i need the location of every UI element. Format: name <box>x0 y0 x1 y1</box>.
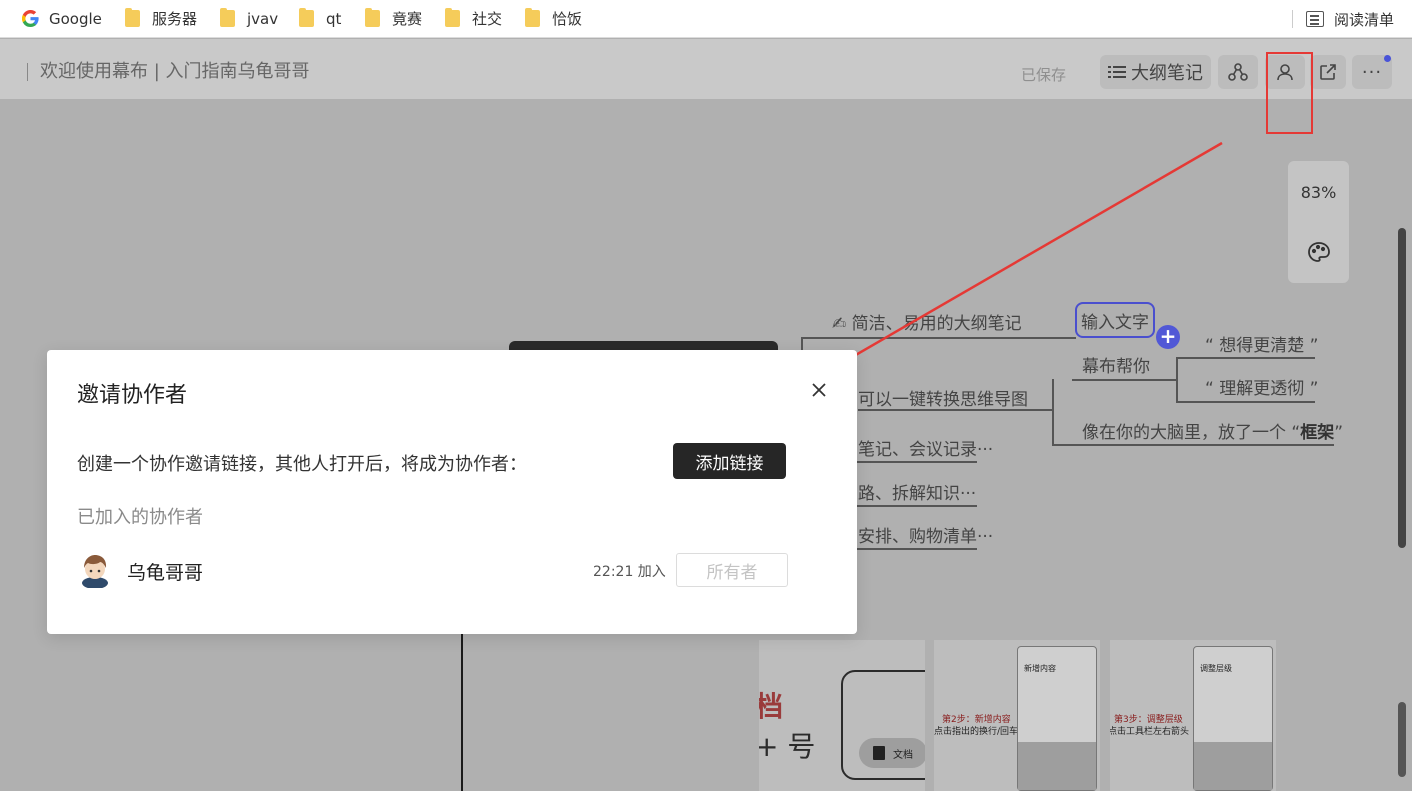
phone-mockup: 新增内容 <box>1017 646 1097 791</box>
export-button[interactable] <box>1310 55 1346 89</box>
bookmark-folder-food[interactable]: 恰饭 <box>525 0 582 38</box>
reading-list-button[interactable]: 阅读清单 <box>1291 0 1394 38</box>
member-name: 乌龟哥哥 <box>127 562 204 584</box>
annotation-highlight-box <box>1266 52 1313 134</box>
phone-title: 新增内容 <box>1024 664 1056 673</box>
connector-line <box>1052 444 1334 446</box>
folder-icon <box>299 8 314 27</box>
connector-line <box>1052 379 1054 445</box>
keyboard-mockup <box>1018 742 1096 790</box>
bookmark-label: Google <box>49 9 102 28</box>
thumbnail-text: + 号 <box>759 730 816 763</box>
mindmap-node-help[interactable]: 幕布帮你 <box>1082 352 1150 377</box>
bookmark-label: 社交 <box>472 10 503 28</box>
mindmap-node-input[interactable]: 输入文字 <box>1075 302 1155 338</box>
role-owner-badge: 所有者 <box>676 553 788 587</box>
mindmap-node-think[interactable]: “ 想得更清楚 ” <box>1205 331 1318 356</box>
bookmark-label: 恰饭 <box>552 10 583 28</box>
zoom-panel: 83% <box>1288 161 1349 283</box>
connector-line <box>1072 379 1177 381</box>
add-link-button[interactable]: 添加链接 <box>673 443 786 479</box>
folder-icon <box>445 8 460 27</box>
folder-icon <box>125 8 140 27</box>
frame-prefix: 像在你的大脑里，放了一个 “ <box>1082 423 1301 443</box>
phone-title: 调整层级 <box>1200 664 1232 673</box>
reading-list-icon <box>1305 11 1324 27</box>
outline-notes-label: 大纲笔记 <box>1131 63 1203 84</box>
add-node-icon[interactable]: + <box>1156 325 1180 349</box>
bookmark-folder-social[interactable]: 社交 <box>445 0 502 38</box>
mindmap-node-convert[interactable]: 可以一键转换思维导图 <box>858 385 1028 410</box>
bookmark-folder-jvav[interactable]: jvav <box>220 0 278 38</box>
bookmark-label: qt <box>326 9 342 28</box>
title-divider <box>27 63 28 81</box>
invite-collaborator-dialog: 邀请协作者 创建一个协作邀请链接，其他人打开后，将成为协作者： 添加链接 已加入… <box>47 350 857 634</box>
bookmark-label: 服务器 <box>152 10 198 28</box>
save-status: 已保存 <box>1021 66 1067 84</box>
list-icon <box>1108 65 1126 79</box>
step-desc: 点击指出的换行/回车 <box>934 727 1019 737</box>
zoom-level[interactable]: 83% <box>1288 183 1349 202</box>
close-icon[interactable] <box>807 378 831 402</box>
folder-icon <box>525 8 540 27</box>
connector-line <box>801 337 1076 339</box>
mindmap-node-notes[interactable]: 笔记、会议记录··· <box>858 435 993 460</box>
notification-dot <box>1384 55 1391 62</box>
dialog-description: 创建一个协作邀请链接，其他人打开后，将成为协作者： <box>77 454 527 475</box>
pill-label: 文档 <box>893 749 913 761</box>
joined-collaborators-label: 已加入的协作者 <box>77 507 203 528</box>
dialog-title: 邀请协作者 <box>77 383 188 408</box>
connector-line <box>1176 401 1315 403</box>
vertical-scrollbar[interactable] <box>1398 228 1406 548</box>
join-time: 22:21 加入 <box>593 564 666 580</box>
connector-line <box>858 409 1053 411</box>
bookmark-folder-qt[interactable]: qt <box>299 0 341 38</box>
tutorial-thumbnail-3[interactable]: 第3步：调整层级 点击工具栏左右箭头 调整层级 <box>1110 640 1276 791</box>
divider-line <box>461 633 463 791</box>
connector-line <box>1176 357 1315 359</box>
folder-icon <box>365 8 380 27</box>
mindmap-button[interactable] <box>1218 55 1258 89</box>
thumbnail-text: 档 <box>759 690 784 723</box>
mindmap-node-ideas[interactable]: 路、拆解知识··· <box>858 479 976 504</box>
tutorial-thumbnail-2[interactable]: 第2步：新增内容 点击指出的换行/回车 新增内容 <box>934 640 1100 791</box>
document-icon <box>873 746 885 760</box>
avatar <box>82 555 108 588</box>
connector-line <box>1176 357 1178 403</box>
mindmap-icon <box>1228 63 1248 81</box>
secondary-scrollbar[interactable] <box>1398 702 1406 777</box>
frame-suffix: ” <box>1334 423 1344 443</box>
keyboard-mockup <box>1194 742 1272 790</box>
external-link-icon <box>1320 64 1336 80</box>
folder-icon <box>220 8 235 27</box>
reading-list-label: 阅读清单 <box>1333 10 1394 29</box>
bookmark-label: 竟赛 <box>392 10 423 28</box>
mindmap-node-frame[interactable]: 像在你的大脑里，放了一个 “框架” <box>1082 418 1343 443</box>
outline-notes-button[interactable]: 大纲笔记 <box>1100 55 1211 89</box>
step-desc: 点击工具栏左右箭头 <box>1110 727 1190 737</box>
bookmark-folder-contest[interactable]: 竟赛 <box>365 0 422 38</box>
mindmap-node-plans[interactable]: 安排、购物清单··· <box>858 522 993 547</box>
google-icon <box>22 10 39 27</box>
bookmark-label: jvav <box>247 9 279 28</box>
frame-bold: 框架 <box>1300 423 1335 443</box>
palette-icon[interactable] <box>1307 241 1331 263</box>
bookmark-divider <box>1291 10 1293 28</box>
document-pill: 文档 <box>859 738 925 768</box>
document-title[interactable]: 欢迎使用幕布 | 入门指南乌龟哥哥 <box>40 60 310 84</box>
bookmark-google[interactable]: Google <box>22 0 102 38</box>
bookmarks-bar: Google 服务器 jvav qt 竟赛 社交 恰饭 阅读清单 <box>0 0 1412 38</box>
tutorial-thumbnail-1[interactable]: 档 + 号 文档 <box>759 640 925 791</box>
phone-mockup: 调整层级 <box>1193 646 1273 791</box>
mindmap-node-understand[interactable]: “ 理解更透彻 ” <box>1205 374 1318 399</box>
mindmap-node-intro[interactable]: ✍ 简洁、易用的大纲笔记 <box>832 309 1022 334</box>
bookmark-folder-server[interactable]: 服务器 <box>125 0 197 38</box>
